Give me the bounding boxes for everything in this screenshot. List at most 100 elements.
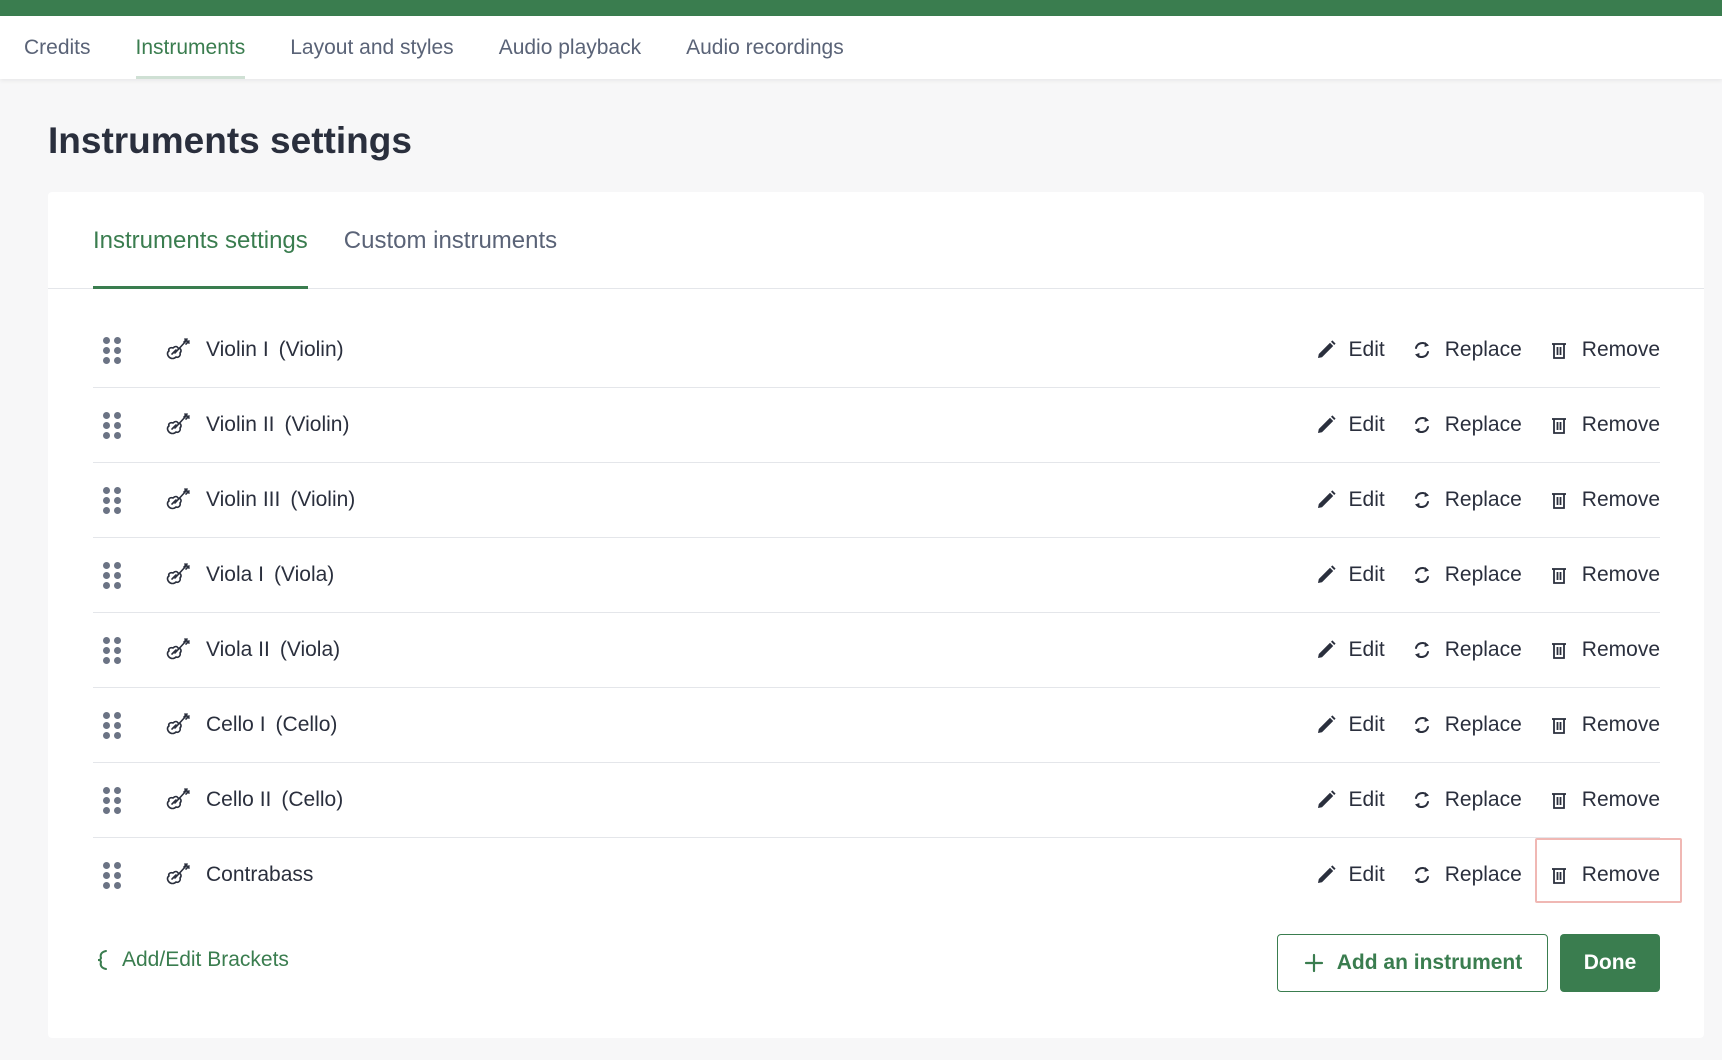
pencil-icon: [1317, 865, 1336, 883]
remove-button[interactable]: Remove: [1548, 563, 1660, 587]
replace-label: Replace: [1444, 338, 1522, 361]
page-title: Instruments settings: [48, 120, 412, 161]
instrument-name: Cello I: [206, 713, 266, 736]
row-actions: Edit Replace Remove: [1289, 688, 1660, 762]
done-button[interactable]: Done: [1560, 934, 1660, 992]
edit-label: Edit: [1348, 563, 1385, 586]
replace-button[interactable]: Replace: [1411, 713, 1522, 737]
violin-icon: [166, 563, 190, 585]
replace-button[interactable]: Replace: [1411, 788, 1522, 812]
drag-handle-icon[interactable]: [103, 487, 121, 514]
edit-button[interactable]: Edit: [1315, 713, 1385, 737]
remove-button[interactable]: Remove: [1548, 713, 1660, 737]
trash-icon: [1551, 493, 1566, 509]
edit-label: Edit: [1348, 788, 1385, 811]
instrument-row-1: Violin I (Violin) Edit Replace Remove: [93, 313, 1660, 388]
bracket-icon: [97, 950, 107, 970]
edit-label: Edit: [1348, 413, 1385, 436]
violin-icon: [166, 638, 190, 660]
edit-button[interactable]: Edit: [1315, 488, 1385, 512]
plus-icon: [1304, 953, 1323, 973]
remove-label: Remove: [1581, 788, 1660, 811]
trash-icon: [1551, 418, 1566, 434]
edit-button[interactable]: Edit: [1315, 863, 1385, 887]
replace-button[interactable]: Replace: [1411, 338, 1522, 362]
violin-icon: [166, 713, 190, 735]
replace-button[interactable]: Replace: [1411, 863, 1522, 887]
replace-label: Replace: [1444, 863, 1522, 886]
instrument-list: Violin I (Violin) Edit Replace Remove Vi…: [93, 313, 1660, 912]
pencil-icon: [1317, 790, 1336, 808]
instrument-name: Viola II: [206, 638, 270, 661]
pencil-icon: [1317, 565, 1336, 583]
replace-label: Replace: [1444, 413, 1522, 436]
main-nav: Credits Instruments Layout and styles Au…: [0, 16, 1722, 79]
replace-button[interactable]: Replace: [1411, 413, 1522, 437]
remove-button[interactable]: Remove: [1548, 638, 1660, 662]
row-actions: Edit Replace Remove: [1289, 838, 1660, 912]
edit-button[interactable]: Edit: [1315, 638, 1385, 662]
remove-button[interactable]: Remove: [1548, 488, 1660, 512]
edit-button[interactable]: Edit: [1315, 413, 1385, 437]
violin-icon: [166, 863, 190, 885]
nav-item-instruments[interactable]: Instruments: [135, 16, 245, 79]
edit-label: Edit: [1348, 338, 1385, 361]
replace-button[interactable]: Replace: [1411, 638, 1522, 662]
drag-handle-icon[interactable]: [103, 562, 121, 589]
drag-handle-icon[interactable]: [103, 712, 121, 739]
instrument-row-3: Violin III (Violin) Edit Replace Remove: [93, 463, 1660, 538]
instrument-type: (Cello): [275, 713, 338, 736]
remove-button[interactable]: Remove: [1548, 863, 1660, 887]
edit-label: Edit: [1348, 488, 1385, 511]
instrument-name: Violin II: [206, 413, 275, 436]
drag-handle-icon[interactable]: [103, 412, 121, 439]
refresh-icon: [1414, 867, 1429, 883]
edit-label: Edit: [1348, 863, 1385, 886]
remove-button[interactable]: Remove: [1548, 788, 1660, 812]
instrument-row-7: Cello II (Cello) Edit Replace Remove: [93, 763, 1660, 838]
replace-button[interactable]: Replace: [1411, 488, 1522, 512]
drag-handle-icon[interactable]: [103, 862, 121, 889]
drag-handle-icon[interactable]: [103, 337, 121, 364]
violin-icon: [166, 413, 190, 435]
subtabs: Instruments settings Custom instruments: [48, 192, 1704, 289]
instrument-type: (Violin): [284, 413, 350, 436]
instrument-name: Contrabass: [206, 863, 314, 886]
drag-handle-icon[interactable]: [103, 787, 121, 814]
edit-button[interactable]: Edit: [1315, 563, 1385, 587]
remove-button[interactable]: Remove: [1548, 338, 1660, 362]
add-instrument-button[interactable]: Add an instrument: [1277, 934, 1548, 992]
refresh-icon: [1414, 567, 1429, 583]
add-edit-brackets-link[interactable]: Add/Edit Brackets: [96, 948, 289, 972]
nav-item-audio-recordings[interactable]: Audio recordings: [686, 16, 844, 79]
trash-icon: [1551, 793, 1566, 809]
remove-label: Remove: [1581, 638, 1660, 661]
refresh-icon: [1414, 792, 1429, 808]
row-actions: Edit Replace Remove: [1289, 763, 1660, 837]
edit-button[interactable]: Edit: [1315, 788, 1385, 812]
tab-custom-instruments[interactable]: Custom instruments: [344, 192, 557, 288]
edit-label: Edit: [1348, 638, 1385, 661]
brackets-label: Add/Edit Brackets: [122, 948, 289, 971]
nav-item-audio-playback[interactable]: Audio playback: [499, 16, 641, 79]
edit-label: Edit: [1348, 713, 1385, 736]
instrument-name: Cello II: [206, 788, 272, 811]
trash-icon: [1551, 868, 1566, 884]
trash-icon: [1551, 643, 1566, 659]
edit-button[interactable]: Edit: [1315, 338, 1385, 362]
replace-label: Replace: [1444, 563, 1522, 586]
instrument-type: (Cello): [281, 788, 344, 811]
tab-instruments-settings[interactable]: Instruments settings: [93, 192, 308, 289]
replace-button[interactable]: Replace: [1411, 563, 1522, 587]
remove-label: Remove: [1581, 863, 1660, 886]
drag-handle-icon[interactable]: [103, 637, 121, 664]
nav-item-credits[interactable]: Credits: [24, 16, 91, 79]
nav-item-layout-and-styles[interactable]: Layout and styles: [290, 16, 453, 79]
refresh-icon: [1414, 492, 1429, 508]
refresh-icon: [1414, 342, 1429, 358]
remove-button[interactable]: Remove: [1548, 413, 1660, 437]
trash-icon: [1551, 718, 1566, 734]
refresh-icon: [1414, 417, 1429, 433]
row-actions: Edit Replace Remove: [1289, 613, 1660, 687]
violin-icon: [166, 488, 190, 510]
